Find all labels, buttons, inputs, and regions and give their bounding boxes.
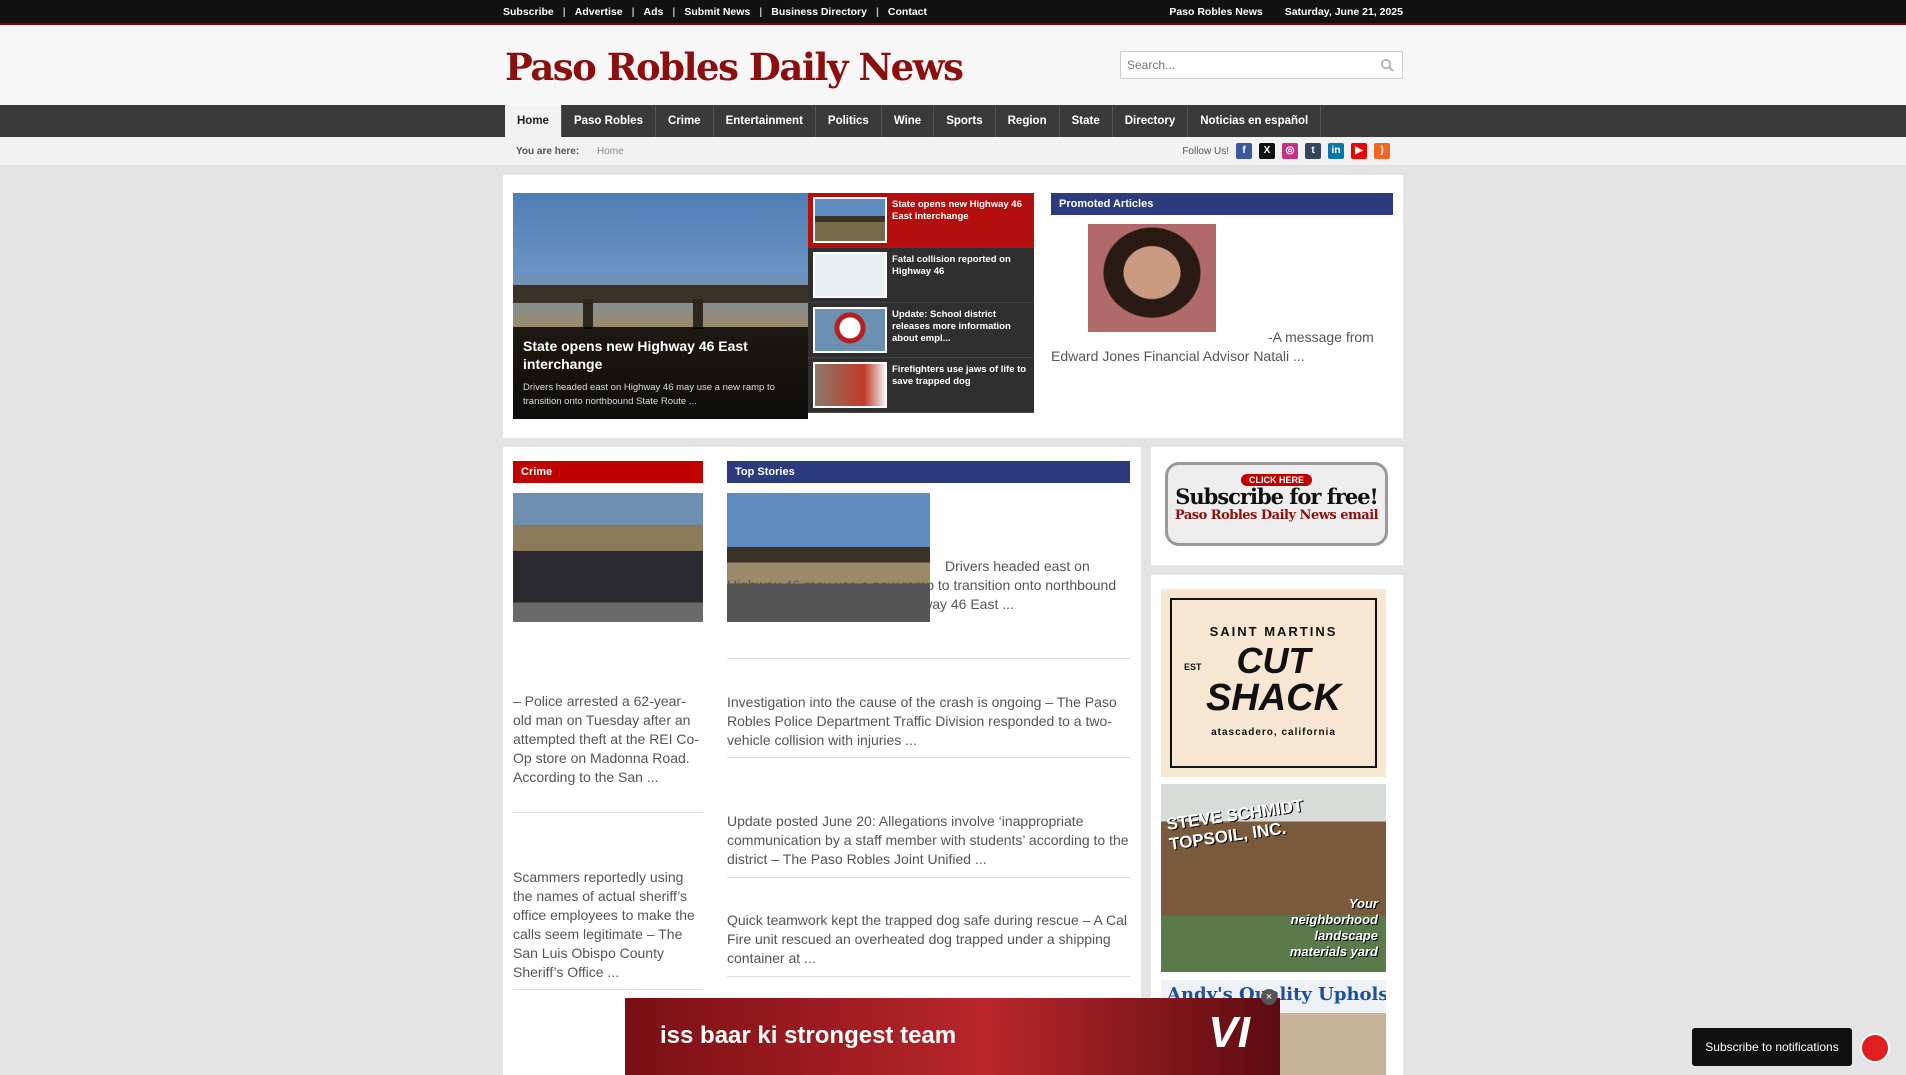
- hero-slide[interactable]: State opens new Highway 46 East intercha…: [513, 193, 808, 419]
- featured-item[interactable]: Firefighters use jaws of life to save tr…: [808, 358, 1034, 413]
- banner-ad[interactable]: iss baar ki strongest team VI: [625, 998, 1280, 1075]
- cutshack-est: EST: [1184, 662, 1202, 672]
- topsoil-ad[interactable]: STEVE SCHMIDT TOPSOIL, INC. Your neighbo…: [1161, 784, 1386, 972]
- subscribe-notifications-tooltip: Subscribe to notifications: [1692, 1028, 1852, 1066]
- subscribe-ad-sub: Paso Robles Daily News email: [1174, 508, 1379, 523]
- follow-label: Follow Us!: [1182, 145, 1229, 157]
- featured-title[interactable]: Fatal collision reported on Highway 46: [892, 254, 1030, 278]
- subscribe-ad[interactable]: CLICK HERE Subscribe for free! Paso Robl…: [1165, 462, 1388, 546]
- rss-icon[interactable]: ): [1374, 143, 1390, 159]
- top-stories-heading: Top Stories: [727, 461, 1130, 483]
- instagram-icon[interactable]: ◎: [1282, 143, 1298, 159]
- featured-title[interactable]: Firefighters use jaws of life to save tr…: [892, 364, 1030, 388]
- facebook-icon[interactable]: f: [1236, 143, 1252, 159]
- nav-wine[interactable]: Wine: [882, 105, 935, 137]
- hero-title[interactable]: State opens new Highway 46 East intercha…: [523, 337, 798, 373]
- cutshack-top: SAINT MARTINS: [1209, 624, 1338, 639]
- nav-entertainment[interactable]: Entertainment: [714, 105, 816, 137]
- top-story[interactable]: Quick teamwork kept the trapped dog safe…: [727, 911, 1132, 968]
- hero-image: [513, 285, 808, 303]
- promoted-text[interactable]: -A message from Edward Jones Financial A…: [1051, 328, 1391, 366]
- breadcrumb-label: You are here:: [516, 146, 580, 157]
- top-story[interactable]: Update posted June 20: Allegations invol…: [727, 812, 1132, 869]
- nav-noticias[interactable]: Noticias en español: [1188, 105, 1322, 137]
- crime-image[interactable]: [513, 493, 703, 622]
- x-icon[interactable]: X: [1259, 143, 1275, 159]
- hero-image-pillar: [583, 299, 593, 329]
- main-nav: Home Paso Robles Crime Entertainment Pol…: [0, 105, 1906, 137]
- featured-title[interactable]: Update: School district releases more in…: [892, 309, 1030, 345]
- cutshack-main-2: SHACK: [1205, 677, 1342, 719]
- site-logo[interactable]: Paso Robles Daily News: [505, 45, 964, 89]
- featured-thumb: [813, 307, 887, 353]
- promoted-photo[interactable]: [1088, 224, 1216, 332]
- featured-thumb: [813, 197, 887, 243]
- close-icon[interactable]: ×: [1261, 989, 1277, 1005]
- crime-heading: Crime: [513, 461, 703, 483]
- divider: [513, 989, 703, 990]
- top-link-contact[interactable]: Contact: [879, 6, 936, 18]
- top-story[interactable]: Investigation into the cause of the cras…: [727, 693, 1132, 750]
- hero-caption: State opens new Highway 46 East intercha…: [513, 327, 808, 419]
- top-right: Paso Robles News Saturday, June 21, 2025: [1169, 6, 1403, 18]
- top-links: Subscribe | Advertise | Ads | Submit News | …: [503, 6, 936, 18]
- linkedin-icon[interactable]: in: [1328, 143, 1344, 159]
- nav-crime[interactable]: Crime: [656, 105, 714, 137]
- site-link[interactable]: Paso Robles News: [1169, 6, 1262, 18]
- featured-list: State opens new Highway 46 East intercha…: [808, 193, 1034, 413]
- top-link-submit-news[interactable]: Submit News: [675, 6, 759, 18]
- top-link-subscribe[interactable]: Subscribe: [503, 6, 563, 18]
- bell-icon[interactable]: [1860, 1033, 1890, 1063]
- banner-ad-text: iss baar ki strongest team: [660, 1022, 957, 1049]
- cutshack-ad[interactable]: SAINT MARTINS EST CUT SHACK atascadero, c…: [1161, 589, 1386, 777]
- cutshack-sub: atascadero, california: [1211, 727, 1336, 738]
- search-input[interactable]: [1121, 52, 1361, 78]
- search-box: [1120, 51, 1403, 79]
- subscribe-ad-title: Subscribe for free!: [1175, 484, 1379, 509]
- featured-item[interactable]: Fatal collision reported on Highway 46: [808, 248, 1034, 303]
- breadcrumb: You are here: Home Follow Us! f X ◎ t in…: [0, 137, 1906, 165]
- tumblr-icon[interactable]: t: [1305, 143, 1321, 159]
- featured-thumb: [813, 362, 887, 408]
- divider: [727, 976, 1130, 977]
- topsoil-title: STEVE SCHMIDT TOPSOIL, INC.: [1165, 795, 1305, 854]
- hero-desc: Drivers headed east on Highway 46 may us…: [523, 382, 775, 407]
- top-bar: Subscribe | Advertise | Ads | Submit News | …: [0, 0, 1906, 25]
- nav-paso-robles[interactable]: Paso Robles: [562, 105, 656, 137]
- cutshack-main-1: CUT: [1236, 640, 1311, 681]
- search-icon[interactable]: [1380, 58, 1394, 72]
- top-story[interactable]: Drivers headed east on Highway 46 may us…: [727, 557, 1132, 614]
- current-date: Saturday, June 21, 2025: [1284, 6, 1403, 18]
- nav-sports[interactable]: Sports: [934, 105, 996, 137]
- crime-story[interactable]: – Police arrested a 62-year-old man on T…: [513, 692, 703, 787]
- featured-item[interactable]: State opens new Highway 46 East intercha…: [808, 193, 1034, 248]
- nav-politics[interactable]: Politics: [816, 105, 882, 137]
- featured-title[interactable]: State opens new Highway 46 East intercha…: [892, 199, 1030, 223]
- top-link-business-directory[interactable]: Business Directory: [762, 6, 876, 18]
- follow-us: Follow Us! f X ◎ t in ▶ ): [1182, 143, 1390, 159]
- nav-state[interactable]: State: [1060, 105, 1113, 137]
- divider: [727, 658, 1130, 659]
- site-header: Paso Robles Daily News: [0, 25, 1906, 105]
- banner-ad-logo: VI: [1208, 1008, 1250, 1057]
- divider: [727, 877, 1130, 878]
- nav-directory[interactable]: Directory: [1113, 105, 1189, 137]
- hero-image-pillar: [693, 299, 703, 329]
- promoted-heading: Promoted Articles: [1051, 193, 1393, 215]
- nav-home[interactable]: Home: [505, 105, 562, 137]
- top-link-advertise[interactable]: Advertise: [566, 6, 632, 18]
- featured-thumb: [813, 252, 887, 298]
- divider: [727, 757, 1130, 758]
- nav-region[interactable]: Region: [996, 105, 1060, 137]
- featured-item[interactable]: Update: School district releases more in…: [808, 303, 1034, 358]
- topsoil-tag: Your neighborhood landscape materials ya…: [1289, 896, 1378, 959]
- crime-story[interactable]: Scammers reportedly using the names of a…: [513, 868, 703, 982]
- divider: [513, 812, 703, 813]
- youtube-icon[interactable]: ▶: [1351, 143, 1367, 159]
- top-link-ads[interactable]: Ads: [635, 6, 673, 18]
- breadcrumb-home[interactable]: Home: [597, 146, 624, 157]
